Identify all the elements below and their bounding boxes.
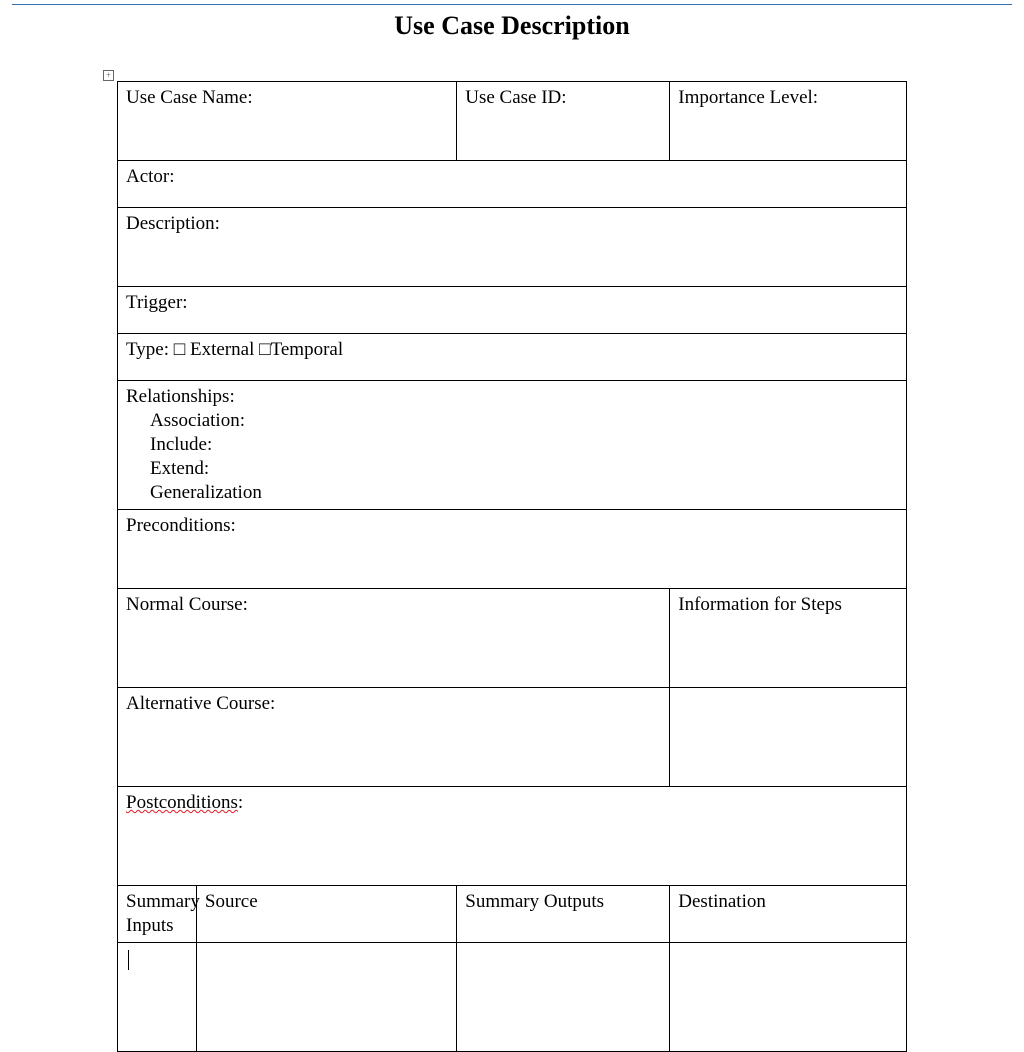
label-source: Source	[205, 891, 258, 912]
cell-relationships: Relationships: Association: Include: Ext…	[118, 381, 907, 510]
label-include: Include:	[126, 433, 898, 457]
use-case-table: Use Case Name: Use Case ID: Importance L…	[117, 81, 907, 1052]
label-info-for-steps: Information for Steps	[678, 594, 842, 615]
label-use-case-id: Use Case ID:	[465, 87, 566, 108]
label-actor: Actor:	[126, 166, 175, 187]
row-postconditions: Postconditions:	[118, 787, 907, 886]
label-postconditions: Postconditions	[126, 792, 238, 813]
label-importance-level: Importance Level:	[678, 87, 818, 108]
row-alternative-course: Alternative Course:	[118, 688, 907, 787]
cell-info-for-steps: Information for Steps	[670, 589, 907, 688]
row-header-three: Use Case Name: Use Case ID: Importance L…	[118, 82, 907, 161]
cell-summary-inputs-body[interactable]	[118, 943, 197, 1052]
cell-type: Type: □ External □Temporal	[118, 334, 907, 381]
label-postconditions-colon: :	[238, 792, 243, 813]
label-relationships: Relationships:	[126, 386, 235, 407]
label-destination: Destination	[678, 891, 766, 912]
label-association: Association:	[126, 409, 898, 433]
row-trigger: Trigger:	[118, 287, 907, 334]
row-preconditions: Preconditions:	[118, 510, 907, 589]
label-external: External	[190, 339, 254, 360]
cell-postconditions: Postconditions:	[118, 787, 907, 886]
cell-trigger: Trigger:	[118, 287, 907, 334]
label-temporal: Temporal	[271, 339, 344, 360]
cell-summary-outputs-body[interactable]	[457, 943, 670, 1052]
row-summary-header: Summary Inputs Source Summary Outputs De…	[118, 886, 907, 943]
cell-summary-inputs-hdr: Summary Inputs	[118, 886, 197, 943]
label-extend: Extend:	[126, 457, 898, 481]
row-normal-course: Normal Course: Information for Steps	[118, 589, 907, 688]
cell-normal-course: Normal Course:	[118, 589, 670, 688]
label-normal-course: Normal Course:	[126, 594, 248, 615]
text-cursor-icon	[128, 950, 129, 970]
cell-source-hdr: Source	[196, 886, 456, 943]
cell-alternative-course: Alternative Course:	[118, 688, 670, 787]
label-summary-inputs: Summary Inputs	[126, 891, 200, 936]
top-rule	[12, 4, 1012, 5]
label-use-case-name: Use Case Name:	[126, 87, 253, 108]
cell-alternative-info	[670, 688, 907, 787]
label-summary-outputs: Summary Outputs	[465, 891, 604, 912]
label-description: Description:	[126, 213, 220, 234]
cell-summary-outputs-hdr: Summary Outputs	[457, 886, 670, 943]
page-title: Use Case Description	[0, 11, 1024, 41]
row-type: Type: □ External □Temporal	[118, 334, 907, 381]
checkbox-temporal-icon[interactable]: □	[259, 339, 270, 360]
cell-actor: Actor:	[118, 161, 907, 208]
cell-destination-body[interactable]	[670, 943, 907, 1052]
table-wrap: + Use Case Name: Use Case ID: Importance…	[117, 81, 907, 1052]
row-summary-body	[118, 943, 907, 1052]
cell-preconditions: Preconditions:	[118, 510, 907, 589]
label-generalization: Generalization	[126, 481, 898, 505]
cell-use-case-name: Use Case Name:	[118, 82, 457, 161]
cell-source-body[interactable]	[196, 943, 456, 1052]
cell-destination-hdr: Destination	[670, 886, 907, 943]
checkbox-external-icon[interactable]: □	[174, 339, 185, 360]
table-move-handle-icon[interactable]: +	[103, 70, 114, 81]
label-type: Type:	[126, 339, 174, 360]
label-alternative-course: Alternative Course:	[126, 693, 275, 714]
label-preconditions: Preconditions:	[126, 515, 236, 536]
cell-importance-level: Importance Level:	[670, 82, 907, 161]
row-actor: Actor:	[118, 161, 907, 208]
row-description: Description:	[118, 208, 907, 287]
label-trigger: Trigger:	[126, 292, 188, 313]
cell-description: Description:	[118, 208, 907, 287]
cell-use-case-id: Use Case ID:	[457, 82, 670, 161]
row-relationships: Relationships: Association: Include: Ext…	[118, 381, 907, 510]
